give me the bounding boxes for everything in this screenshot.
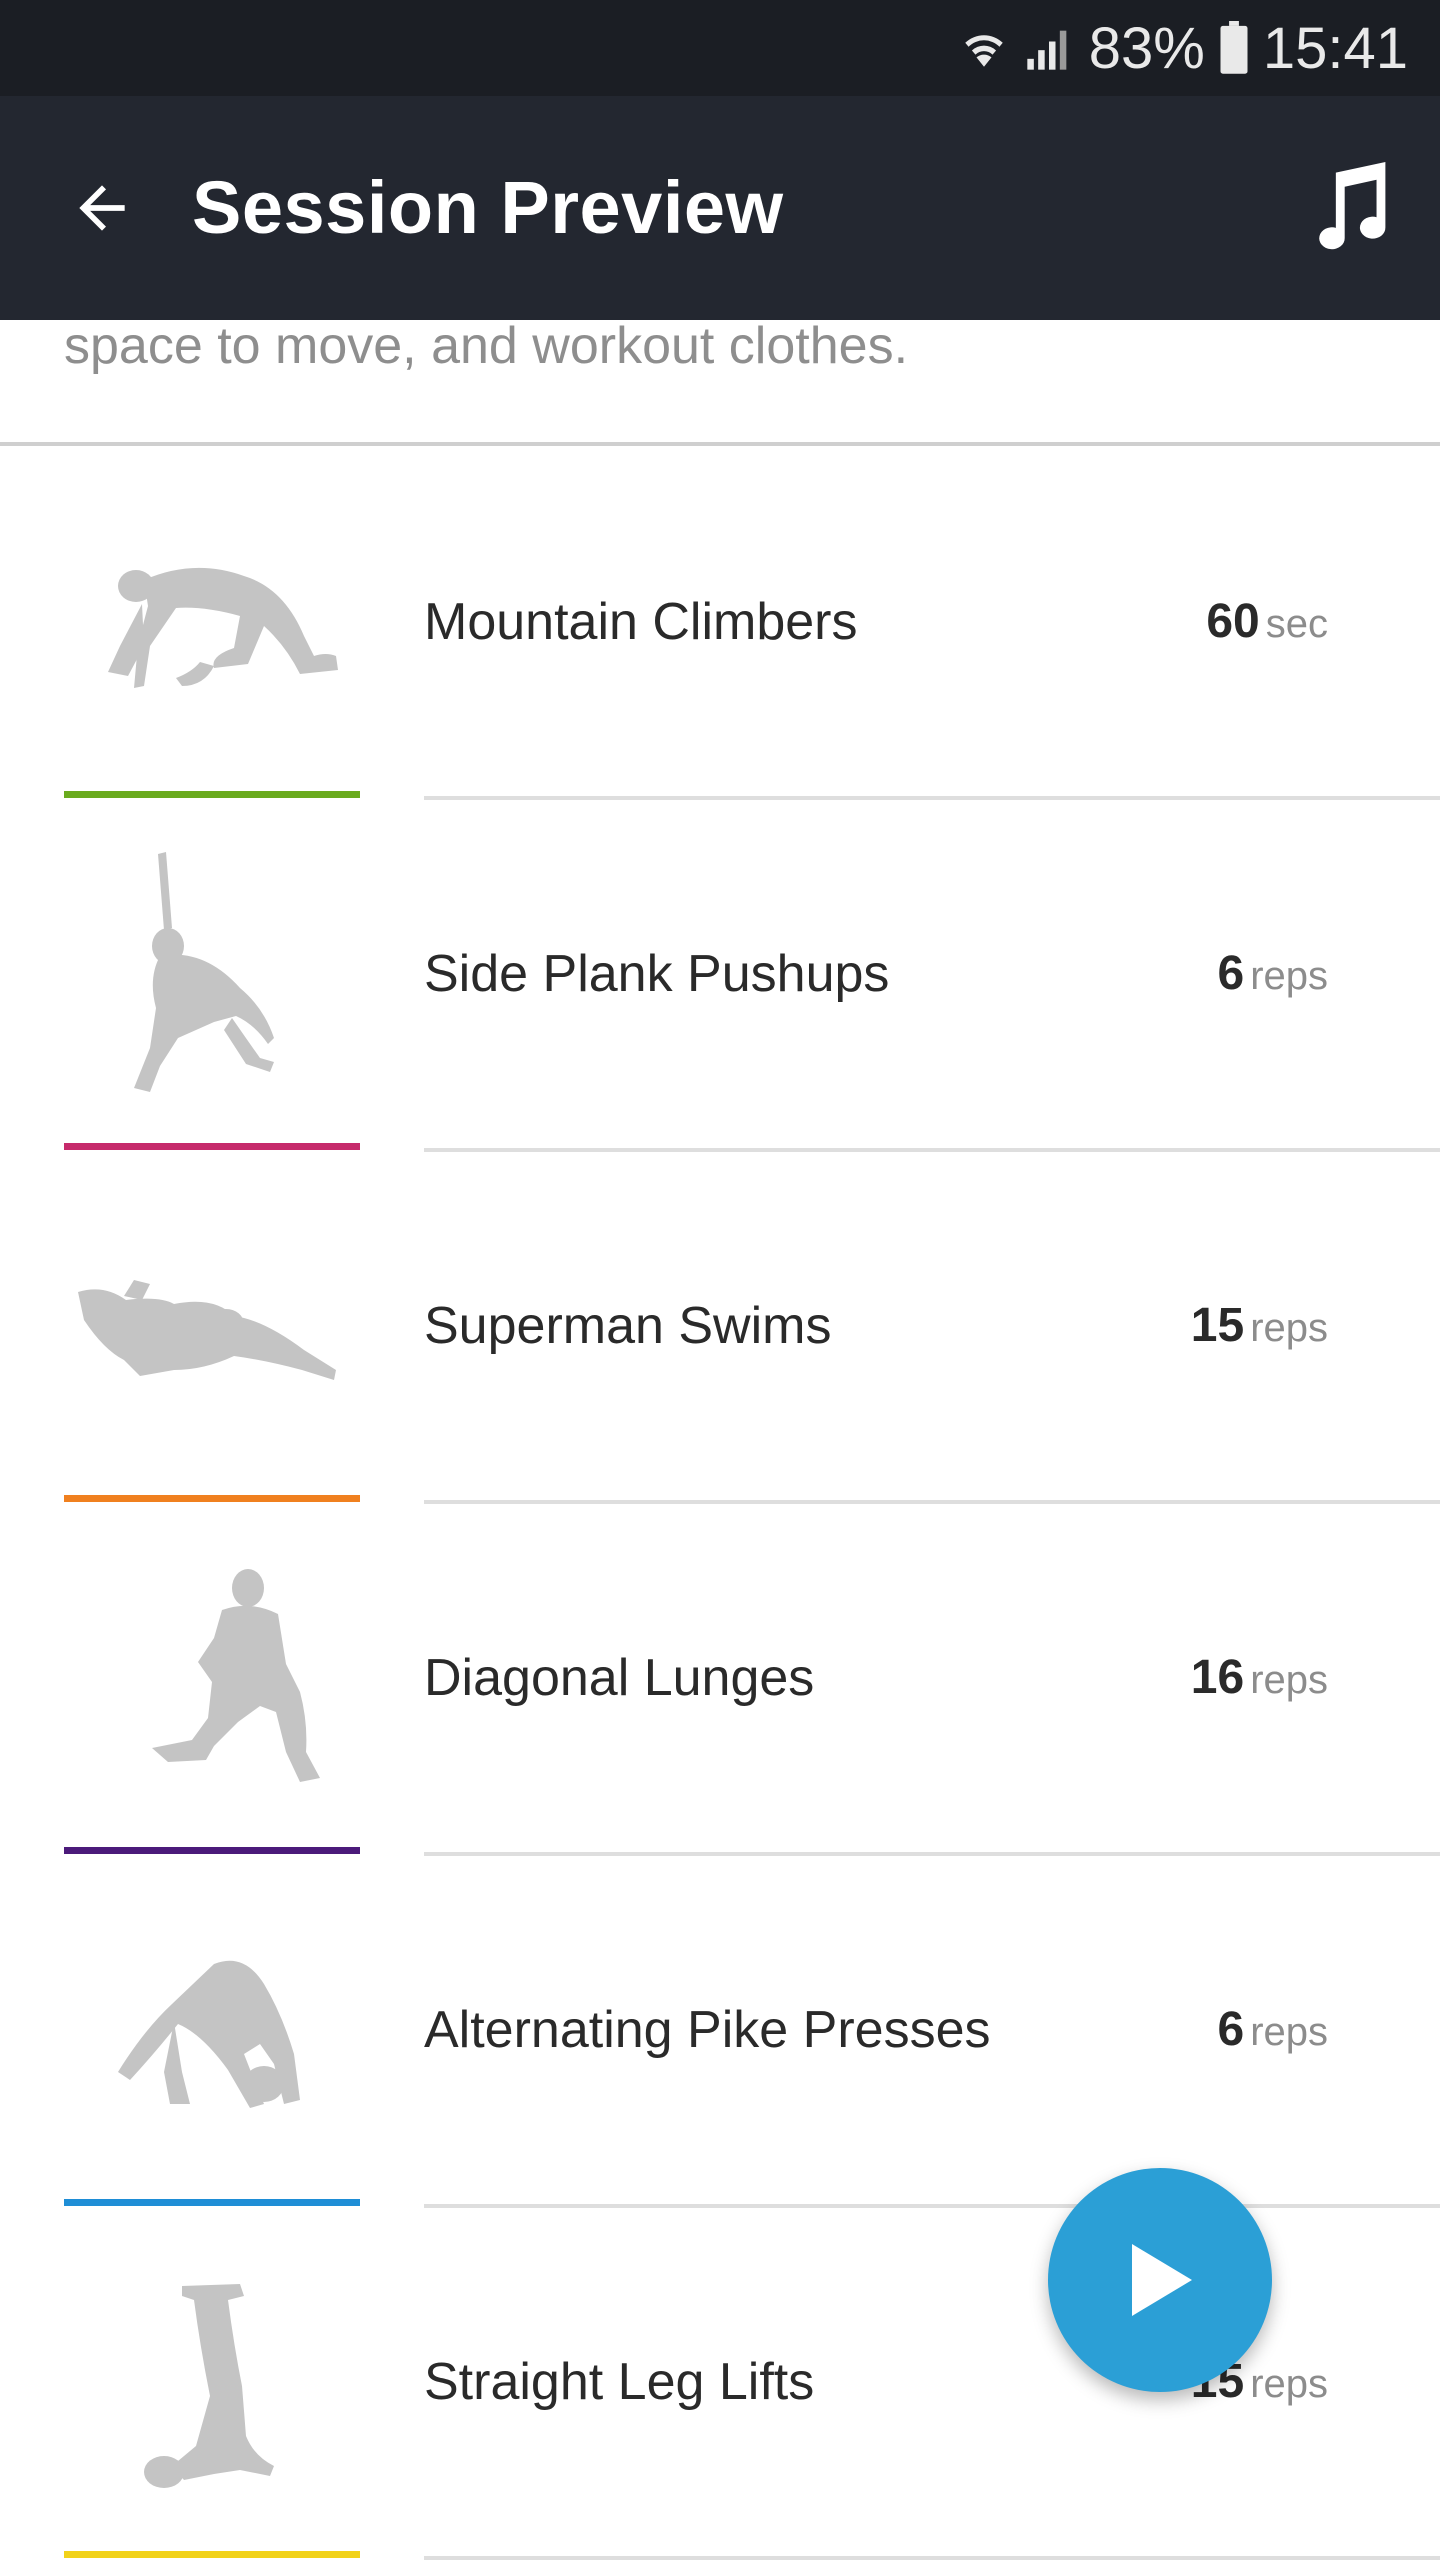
exercise-amount: 6 reps [1217,944,1328,1015]
exercise-amount: 60 sec [1206,592,1328,663]
exercise-name: Alternating Pike Presses [424,2001,991,2059]
exercise-name: Superman Swims [424,1297,832,1355]
exercise-row-side-plank-pushups[interactable]: Side Plank Pushups 6 reps [0,798,1440,1152]
superman-swims-figure-icon [64,1200,360,1450]
play-icon [1132,2244,1192,2316]
exercise-row-superman-swims[interactable]: Superman Swims 15 reps [0,1150,1440,1504]
exercise-color-bar [64,791,360,798]
side-plank-pushups-figure-icon [64,848,360,1098]
straight-leg-lifts-figure-icon [64,2256,360,2506]
exercise-color-bar [64,1495,360,1502]
exercise-color-bar [64,1847,360,1854]
play-button[interactable] [1048,2168,1272,2392]
exercise-value: 60 [1206,595,1260,648]
arrow-back-icon [79,185,125,231]
exercise-unit: reps [1250,1306,1328,1350]
exercise-unit: reps [1250,2010,1328,2054]
exercise-name: Diagonal Lunges [424,1649,815,1707]
intro-text: space to move, and workout clothes. [64,320,909,375]
battery-percent: 83% [1088,15,1205,81]
mountain-climbers-figure-icon [64,496,360,746]
music-button[interactable] [1290,148,1410,268]
exercise-amount: 6 reps [1217,2000,1328,2071]
exercise-value: 15 [1190,1299,1245,1352]
exercise-unit: reps [1250,2362,1328,2406]
exercise-color-bar [64,1143,360,1150]
clock: 15:41 [1262,15,1408,81]
back-button[interactable] [50,156,154,260]
exercise-value: 6 [1217,947,1245,1000]
exercise-color-bar [64,2551,360,2558]
exercise-unit: reps [1250,1658,1328,1702]
exercise-amount: 15 reps [1191,1296,1328,1367]
wifi-icon [959,23,1009,73]
exercise-name: Side Plank Pushups [424,945,890,1003]
exercise-row-mountain-climbers[interactable]: Mountain Climbers 60 sec [0,446,1440,800]
exercise-name: Straight Leg Lifts [424,2353,815,2411]
exercise-color-bar [64,2199,360,2206]
exercise-unit: sec [1265,602,1328,646]
exercise-value: 6 [1217,2003,1245,2056]
diagonal-lunges-figure-icon [64,1552,360,1802]
signal-icon [1023,22,1075,74]
status-bar: 83% 15:41 [0,0,1440,96]
exercise-unit: reps [1250,954,1328,998]
exercise-row-alternating-pike-presses[interactable]: Alternating Pike Presses 6 reps [0,1854,1440,2208]
exercise-amount: 16 reps [1191,1648,1328,1719]
page-title: Session Preview [192,166,784,249]
alternating-pike-presses-figure-icon [64,1904,360,2154]
exercise-row-diagonal-lunges[interactable]: Diagonal Lunges 16 reps [0,1502,1440,1856]
music-note-icon [1319,162,1386,250]
divider [424,2556,1440,2560]
battery-icon [1219,21,1249,75]
app-bar: Session Preview [0,96,1440,320]
exercise-value: 16 [1190,1651,1245,1704]
exercise-name: Mountain Climbers [424,593,858,651]
